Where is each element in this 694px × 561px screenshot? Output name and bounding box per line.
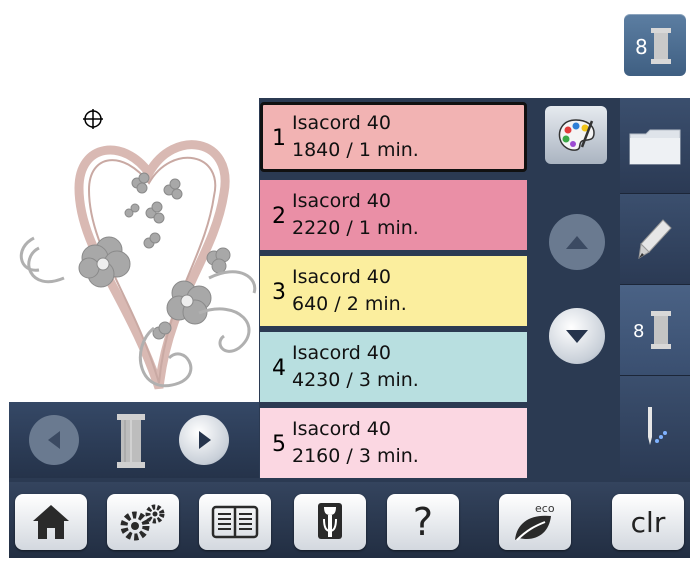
scroll-down-button[interactable] [549,308,605,364]
embroidery-screen: 1 Isacord 40 1840 / 1 min. 2 Isacord 40 … [9,98,690,558]
arrow-down-icon [566,330,588,343]
eco-label: eco [535,502,555,515]
thread-number: 1 [272,126,286,151]
home-icon [33,505,69,539]
thread-color-item-4[interactable]: 4 Isacord 40 4230 / 3 min. [260,332,527,402]
thread-number: 2 [272,204,286,229]
clear-button[interactable]: clr [612,494,684,550]
arrow-right-icon [199,431,211,449]
folder-icon [629,129,681,164]
tab-folder[interactable] [620,98,690,194]
thread-number: 5 [272,432,286,457]
thread-stitch-info: 2160 / 3 min. [292,445,419,467]
eco-leaf-icon: eco [515,502,555,541]
gears-icon [120,504,165,541]
thread-number: 4 [272,356,286,381]
thread-name: Isacord 40 [292,418,391,440]
needle-icon [648,407,667,445]
eco-button[interactable]: eco [499,494,571,550]
tutorial-button[interactable] [199,494,271,550]
book-icon [211,505,259,539]
tab-spool-count: 8 [633,321,644,342]
creative-consultant-button[interactable] [294,494,366,550]
thread-name: Isacord 40 [292,190,391,212]
dress-form-icon [318,503,342,539]
thread-color-item-1[interactable]: 1 Isacord 40 1840 / 1 min. [260,102,527,172]
tab-stitching[interactable] [620,376,690,478]
thread-spool-icon: 8 [633,311,671,349]
setup-button[interactable] [107,494,179,550]
previous-color-button[interactable] [29,415,79,465]
color-palette-icon [558,119,595,151]
thread-color-item-3[interactable]: 3 Isacord 40 640 / 2 min. [260,256,527,326]
scroll-up-button[interactable] [549,214,605,270]
tab-edit[interactable] [620,194,690,285]
thread-stitch-info: 640 / 2 min. [292,293,407,315]
arrow-left-icon [48,431,60,449]
home-button[interactable] [15,494,87,550]
thread-color-item-5[interactable]: 5 Isacord 40 2160 / 3 min. [260,408,527,478]
thread-name: Isacord 40 [292,342,391,364]
heart-design-graphic [19,140,257,390]
crosshair-icon [83,109,103,129]
bottom-toolbar: ? eco clr [9,482,690,558]
thread-spool-icon[interactable]: 8 [624,14,686,76]
tab-thread-colors[interactable]: 8 [620,285,690,376]
spool-count: 8 [635,35,648,59]
help-icon: ? [412,500,434,544]
color-palette-button[interactable] [545,106,607,164]
thread-stitch-info: 2220 / 1 min. [292,217,419,239]
next-color-button[interactable] [179,415,229,465]
thread-color-item-2[interactable]: 2 Isacord 40 2220 / 1 min. [260,180,527,250]
design-preview[interactable] [9,98,259,402]
thread-stitch-info: 1840 / 1 min. [292,139,419,161]
thread-spool-icon [113,412,149,474]
clear-label: clr [630,505,666,539]
help-button[interactable]: ? [387,494,459,550]
arrow-up-icon [566,236,588,249]
thread-name: Isacord 40 [292,266,391,288]
thread-name: Isacord 40 [292,112,391,134]
pencil-icon [638,219,672,259]
thread-number: 3 [272,280,286,305]
thread-stitch-info: 4230 / 3 min. [292,369,419,391]
color-navigation-bar [9,402,259,478]
